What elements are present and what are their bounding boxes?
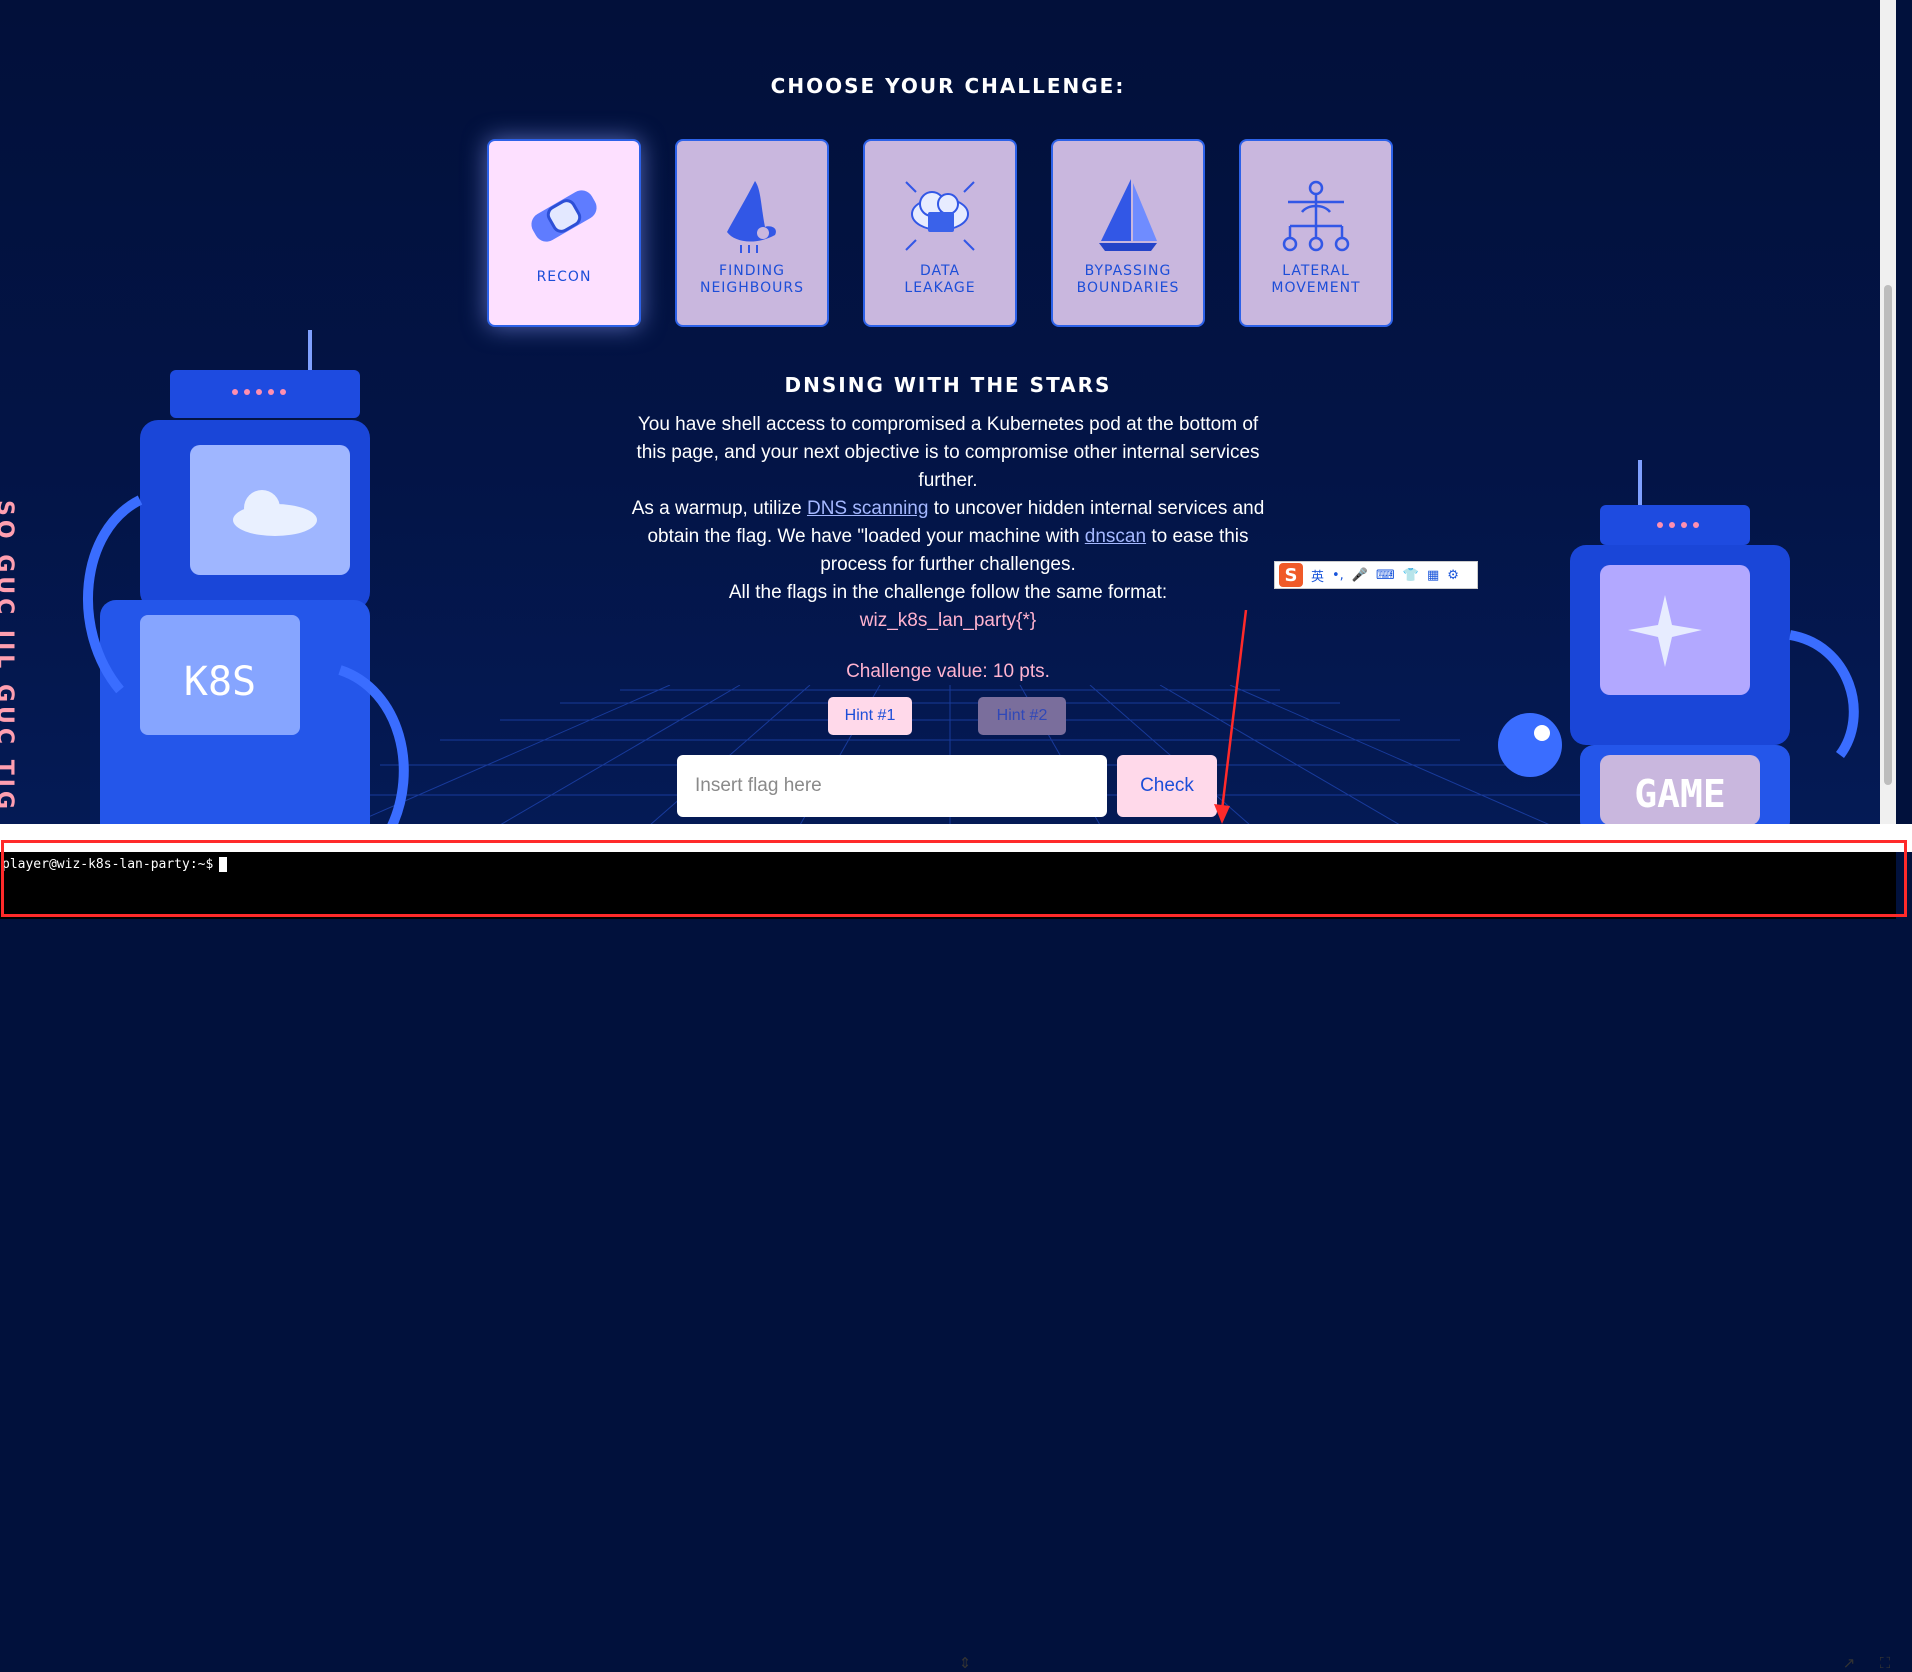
- card-label: MOVEMENT: [1271, 280, 1361, 296]
- desc-paragraph: You have shell access to compromised a K…: [636, 414, 1260, 491]
- challenge-card-recon[interactable]: RECON: [487, 139, 641, 327]
- flag-input[interactable]: [677, 755, 1107, 817]
- settings-icon[interactable]: ⚙: [1447, 568, 1459, 583]
- sogou-logo-icon[interactable]: S: [1279, 563, 1303, 587]
- desc-paragraph: All the flags in the challenge follow th…: [728, 582, 1168, 603]
- card-label: FINDING: [719, 263, 785, 279]
- challenge-description: You have shell access to compromised a K…: [630, 411, 1266, 635]
- keyboard-icon[interactable]: ⌨: [1376, 568, 1395, 583]
- open-external-icon[interactable]: ↗: [1840, 1654, 1858, 1672]
- punctuation-toggle[interactable]: •,: [1332, 568, 1344, 583]
- terminal[interactable]: player@wiz-k8s-lan-party:~$: [0, 852, 1896, 919]
- terminal-prompt: player@wiz-k8s-lan-party:~$: [2, 857, 228, 872]
- game-robot-illustration: GAME: [1498, 460, 1859, 824]
- card-label: BYPASSING: [1084, 263, 1172, 279]
- choose-challenge-heading: CHOOSE YOUR CHALLENGE:: [770, 74, 1126, 98]
- nose-icon: [717, 177, 787, 255]
- card-label: NEIGHBOURS: [699, 280, 805, 296]
- terminal-toolbar: ⇕ ↗ ⛶: [0, 824, 1912, 1672]
- card-label: LEAKAGE: [904, 280, 976, 296]
- challenge-card-data-leakage[interactable]: DATA LEAKAGE: [863, 139, 1017, 327]
- apps-icon[interactable]: ▦: [1427, 568, 1439, 583]
- language-toggle[interactable]: 英: [1311, 566, 1324, 585]
- desc-paragraph: As a warmup, utilize DNS scanning to unc…: [630, 495, 1266, 579]
- card-label: RECON: [536, 269, 592, 285]
- terminal-cursor: [219, 857, 228, 872]
- flag-format: wiz_k8s_lan_party{*}: [859, 610, 1037, 631]
- cloud-folder-icon: [902, 177, 978, 255]
- recon-bandage-icon: [524, 177, 604, 255]
- dnscan-link[interactable]: dnscan: [1085, 526, 1146, 547]
- challenge-card-bypassing-boundaries[interactable]: BYPASSING BOUNDARIES: [1051, 139, 1205, 327]
- card-label: BOUNDARIES: [1076, 280, 1180, 296]
- robot-screen-text: GAME: [1634, 772, 1726, 816]
- dns-scanning-link[interactable]: DNS scanning: [807, 498, 928, 519]
- k8s-robot-illustration: K8S: [82, 330, 409, 824]
- challenge-title: DNSING WITH THE STARS: [784, 373, 1112, 397]
- skin-icon[interactable]: 👕: [1403, 568, 1419, 583]
- check-button[interactable]: Check: [1117, 755, 1217, 817]
- network-robot-icon: [1278, 177, 1354, 255]
- page-scrollbar[interactable]: [1880, 0, 1896, 824]
- resize-handle-icon[interactable]: ⇕: [956, 1654, 974, 1672]
- desc-text: As a warmup, utilize: [631, 498, 807, 519]
- challenge-value: Challenge value: 10 pts.: [846, 661, 1050, 682]
- sailboat-icon: [1095, 177, 1161, 255]
- challenge-card-finding-neighbours[interactable]: FINDING NEIGHBOURS: [675, 139, 829, 327]
- challenge-page: SO GUC IIL GUC TIG K8S GAME CHOOSE YOUR …: [0, 0, 1896, 824]
- hint-1-button[interactable]: Hint #1: [828, 697, 912, 735]
- challenge-cards: RECON FINDING NEIGHBOURS DATA LEAKAGE BYPA…: [487, 139, 1393, 327]
- card-label: DATA: [919, 263, 961, 279]
- scrollbar-thumb[interactable]: [1884, 285, 1892, 785]
- prompt-text: player@wiz-k8s-lan-party:~$: [2, 857, 214, 872]
- annotation-arrow: [1214, 610, 1248, 824]
- microphone-icon[interactable]: 🎤: [1352, 568, 1368, 583]
- fullscreen-icon[interactable]: ⛶: [1876, 1654, 1894, 1672]
- card-label: LATERAL: [1282, 263, 1350, 279]
- ime-toolbar: S 英 •, 🎤 ⌨ 👕 ▦ ⚙: [1274, 561, 1478, 589]
- hint-2-button[interactable]: Hint #2: [978, 697, 1066, 735]
- challenge-card-lateral-movement[interactable]: LATERAL MOVEMENT: [1239, 139, 1393, 327]
